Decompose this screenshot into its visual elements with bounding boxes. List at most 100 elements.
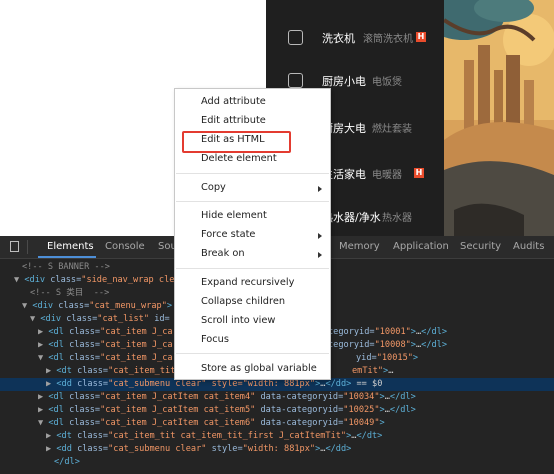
dom-token-arrow: ▼	[14, 275, 25, 285]
dom-token-arrow: ▶	[38, 327, 49, 337]
sidebar-category-title: 厨房小电	[322, 75, 366, 88]
dom-token-tag: <dl	[48, 418, 70, 428]
dom-node[interactable]: ▶ <dd class="cat_submenu clear" style="w…	[0, 443, 554, 456]
dom-token-val: "cat_menu_wrap"	[89, 301, 167, 311]
dom-token-arrow: ▶	[38, 392, 49, 402]
sidebar-category-title: 洗衣机	[322, 32, 355, 45]
dom-token-val: "cat_item J_ca	[100, 340, 173, 350]
menu-item-hide-element[interactable]: Hide element	[201, 210, 267, 221]
sidebar-subcategory-link[interactable]: 滚筒洗衣机	[363, 30, 413, 45]
menu-item-scroll-into-view[interactable]: Scroll into view	[201, 315, 275, 326]
menu-item-expand-recursively[interactable]: Expand recursively	[201, 277, 294, 288]
dom-token-val: "cat_item J_catItem cat_item5"	[100, 405, 256, 415]
submenu-arrow-icon	[318, 252, 322, 258]
dom-token-val: "cat_item J_ca	[100, 327, 173, 337]
dom-token-tag: </dl>	[54, 457, 80, 467]
menu-item-add-attribute[interactable]: Add attribute	[201, 96, 266, 107]
dom-node[interactable]: ▶ <dt class="cat_item_tit cat_item_tit_f…	[0, 430, 554, 443]
tab-elements[interactable]: Elements	[47, 241, 94, 252]
dom-token-tag: </dl>	[389, 405, 416, 415]
dom-token-arrow: ▶	[46, 366, 57, 376]
hot-badge: H	[414, 168, 424, 178]
dom-token-val: "10008"	[374, 340, 411, 350]
dom-token-arrow: ▶	[46, 379, 57, 389]
dom-token-attr: id=	[149, 314, 170, 324]
dom-token-val: "cat_item J_catItem cat_item6"	[100, 418, 256, 428]
dom-token-attr: class=	[69, 405, 101, 415]
dom-token-cmt: <!-- S BANNER -->	[22, 262, 110, 272]
dom-token-val: "width: 881px"	[242, 444, 316, 454]
dom-token-arrow: ▼	[30, 314, 41, 324]
dom-token-tag: </dt>	[356, 431, 383, 441]
dom-token-arrow: ▶	[38, 340, 49, 350]
menu-separator	[176, 173, 329, 174]
dom-token-attr: class=	[69, 392, 101, 402]
sidebar-subcategory-link[interactable]: 热水器	[382, 209, 412, 224]
dom-token-tag: <dl	[48, 327, 70, 337]
dom-token-val: "10015"	[376, 353, 413, 363]
menu-separator	[176, 201, 329, 202]
dom-token-attr: class=	[77, 379, 109, 389]
dom-token-attr: class=	[58, 301, 90, 311]
dom-token-attr: tegoryid=	[328, 340, 375, 350]
device-toolbar-icon[interactable]	[10, 241, 19, 252]
dom-node[interactable]: ▶ <dl class="cat_item J_catItem cat_item…	[0, 391, 554, 404]
dom-token-attr: class=	[69, 340, 101, 350]
tab-security[interactable]: Security	[460, 241, 501, 252]
dom-token-cmt: <!-- S 类目 -->	[30, 288, 110, 298]
dom-token-tag: <dl	[48, 353, 70, 363]
microwave-icon	[288, 73, 303, 88]
dom-token-attr: class=	[50, 275, 82, 285]
dom-token-tag: <dd	[56, 444, 78, 454]
highlight-annotation	[182, 131, 291, 153]
dom-token-attr: data-categoryid=	[255, 418, 344, 428]
dom-token-val: "cat_item_tit	[108, 366, 176, 376]
menu-item-edit-attribute[interactable]: Edit attribute	[201, 115, 266, 126]
dom-token-tag: </dl>	[389, 392, 416, 402]
hot-badge: H	[416, 32, 426, 42]
menu-item-delete-element[interactable]: Delete element	[201, 153, 277, 164]
dom-token-tag: >	[379, 418, 385, 428]
sidebar-subcategory-link[interactable]: 电饭煲	[372, 73, 402, 88]
dom-token-tag: <dl	[48, 405, 70, 415]
tab-memory[interactable]: Memory	[339, 241, 380, 252]
sidebar-category-item[interactable]: 洗衣机 滚筒洗衣机 H	[266, 24, 444, 54]
dom-token-tag: <dl	[48, 340, 70, 350]
dom-token-val: emTit"	[352, 366, 384, 376]
dom-node[interactable]: </dl>	[0, 456, 554, 469]
dom-token-val: "cat_item J_catItem cat_item4"	[100, 392, 256, 402]
dom-token-tag: <dt	[56, 431, 78, 441]
dom-token-val: "10001"	[374, 327, 411, 337]
dom-node[interactable]: ▶ <dl class="cat_item J_catItem cat_item…	[0, 404, 554, 417]
dom-token-val: "10034"	[343, 392, 380, 402]
dom-token-txt: …	[388, 366, 394, 376]
sidebar-subcategory-link[interactable]: 电暖器	[372, 166, 402, 181]
menu-item-focus[interactable]: Focus	[201, 334, 229, 345]
menu-item-copy[interactable]: Copy	[201, 182, 226, 193]
tab-audits[interactable]: Audits	[513, 241, 544, 252]
banner-illustration	[444, 0, 554, 236]
dom-token-attr: data-categoryid=	[255, 392, 344, 402]
tab-application[interactable]: Application	[393, 241, 449, 252]
sidebar-subcategory-link[interactable]: 燃灶套装	[372, 120, 412, 135]
active-tab-indicator	[38, 256, 96, 258]
dom-token-tag: <dd	[56, 379, 78, 389]
tab-console[interactable]: Console	[105, 241, 145, 252]
menu-item-store-as-global-variable[interactable]: Store as global variable	[201, 363, 317, 374]
dom-token-val: "cat_item_tit cat_item_tit_first J_catIt…	[108, 431, 347, 441]
dom-node[interactable]: ▼ <dl class="cat_item J_catItem cat_item…	[0, 417, 554, 430]
dom-token-tag: >	[166, 301, 173, 311]
dom-token-attr: yid=	[356, 353, 377, 363]
dom-token-attr: class=	[69, 327, 101, 337]
menu-separator	[176, 353, 329, 354]
menu-item-break-on[interactable]: Break on	[201, 248, 245, 259]
dom-token-val: "side_nav_wrap cle	[81, 275, 175, 285]
dom-token-attr: data-categoryid=	[255, 405, 344, 415]
dom-token-tag: </dl>	[421, 327, 448, 337]
dom-token-arrow: ▼	[22, 301, 33, 311]
submenu-arrow-icon	[318, 233, 322, 239]
dom-token-val: "cat_submenu clear"	[108, 444, 207, 454]
menu-item-collapse-children[interactable]: Collapse children	[201, 296, 285, 307]
dom-token-val: "cat_submenu clear" style="width: 881px"	[108, 379, 316, 389]
menu-item-force-state[interactable]: Force state	[201, 229, 255, 240]
